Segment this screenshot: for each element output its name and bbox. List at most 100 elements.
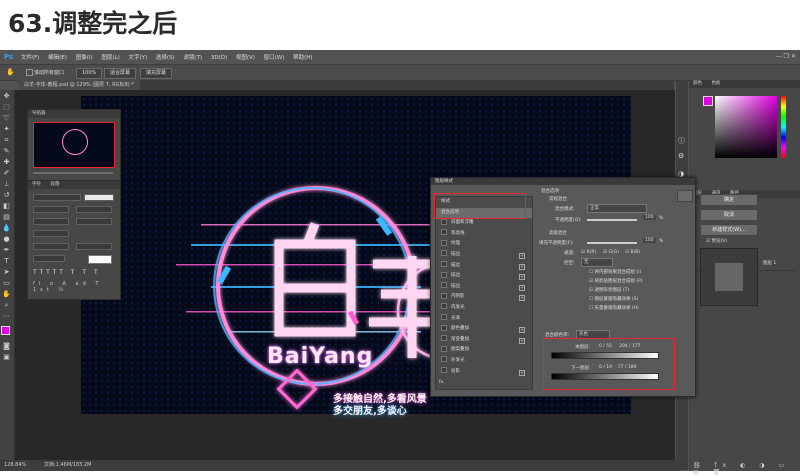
style-checkbox[interactable] xyxy=(441,345,447,352)
style-checkbox[interactable] xyxy=(441,303,447,310)
add-style-icon[interactable]: + xyxy=(519,263,525,270)
properties-icon[interactable]: ⚙ xyxy=(678,152,684,160)
add-style-icon[interactable]: + xyxy=(519,252,525,259)
scale-field[interactable] xyxy=(33,230,69,237)
add-style-icon[interactable]: + xyxy=(519,295,525,302)
style-checkbox[interactable] xyxy=(441,218,447,225)
hand-icon[interactable]: ✋ xyxy=(2,290,11,299)
tracking-field[interactable] xyxy=(76,218,112,225)
cancel-button[interactable]: 取消 xyxy=(700,209,758,221)
blend-option[interactable]: ☑ 透明形状图层 (T) xyxy=(589,287,643,296)
tab-character[interactable]: 字符 xyxy=(32,182,41,187)
vertical-scale-field[interactable] xyxy=(33,243,69,250)
more-tools-icon[interactable]: ⋯ xyxy=(2,312,11,321)
style-list-item[interactable]: 内发光 xyxy=(436,303,532,314)
style-checkbox[interactable] xyxy=(441,282,447,289)
baseline-shift-field[interactable] xyxy=(33,255,65,262)
font-style-field[interactable] xyxy=(84,194,114,201)
menu-edit[interactable]: 编辑(E) xyxy=(48,55,67,61)
menu-image[interactable]: 图像(I) xyxy=(76,55,93,61)
style-checkbox[interactable] xyxy=(441,250,447,257)
style-checkbox[interactable] xyxy=(441,292,447,299)
opacity-slider[interactable] xyxy=(587,219,637,221)
channel-r[interactable]: ☑ R(R) xyxy=(581,250,596,255)
style-checkbox[interactable] xyxy=(441,239,447,246)
stamp-tool-icon[interactable]: ⊥ xyxy=(2,180,11,189)
menu-window[interactable]: 窗口(W) xyxy=(264,55,285,61)
font-family-field[interactable] xyxy=(33,194,81,201)
dodge-tool-icon[interactable]: ● xyxy=(2,235,11,244)
menu-help[interactable]: 帮助(H) xyxy=(293,55,312,61)
magic-wand-icon[interactable]: ✦ xyxy=(2,125,11,134)
blend-mode-select[interactable]: 正常 xyxy=(587,204,647,213)
fill-screen-button[interactable]: 填充屏幕 xyxy=(140,68,173,79)
style-list-item[interactable]: 投影 + xyxy=(436,367,532,378)
eyedropper-icon[interactable]: ✎ xyxy=(2,147,11,156)
preview-checkbox[interactable]: ☑ 预览(V) xyxy=(706,238,727,244)
add-style-icon[interactable]: + xyxy=(519,274,525,281)
kerning-field[interactable] xyxy=(33,218,69,225)
scroll-all-checkbox[interactable] xyxy=(26,69,33,76)
style-list-item[interactable]: 纹理 xyxy=(436,239,532,250)
blend-option[interactable]: ☐ 矢量蒙版隐藏效果 (H) xyxy=(589,305,643,314)
menu-file[interactable]: 文件(F) xyxy=(21,55,39,61)
add-style-icon[interactable]: + xyxy=(519,369,525,376)
new-style-button[interactable]: 新建样式(W)... xyxy=(700,224,758,236)
font-size-field[interactable] xyxy=(33,206,69,213)
tab-paragraph[interactable]: 段落 xyxy=(50,182,59,187)
layer-panel-footer-icons[interactable]: ⛓ fx ◐ ◑ ▭ ▤ 🗑 xyxy=(693,462,800,476)
style-list-item[interactable]: 等高线 xyxy=(436,229,532,240)
menu-3d[interactable]: 3D(D) xyxy=(211,55,227,61)
window-controls[interactable]: — ❐ ✕ xyxy=(776,50,796,64)
menu-type[interactable]: 文字(Y) xyxy=(128,55,147,61)
style-checkbox[interactable] xyxy=(441,324,447,331)
navigator-preview[interactable] xyxy=(33,122,115,168)
add-style-icon[interactable]: + xyxy=(519,327,525,334)
hue-slider[interactable] xyxy=(781,96,786,158)
move-tool-icon[interactable]: ✥ xyxy=(2,92,11,101)
tab-color[interactable]: 颜色 xyxy=(693,81,702,86)
style-checkbox[interactable] xyxy=(441,335,447,342)
text-style-buttons[interactable]: TTTTT T T T xyxy=(33,269,101,276)
text-color-swatch[interactable] xyxy=(88,255,112,264)
style-checkbox[interactable] xyxy=(441,261,447,268)
brush-tool-icon[interactable]: ✐ xyxy=(2,169,11,178)
fill-opacity-value[interactable]: 100 xyxy=(643,238,656,243)
style-checkbox[interactable] xyxy=(441,356,447,363)
knockout-select[interactable]: 无 xyxy=(581,258,613,267)
style-checkbox[interactable] xyxy=(441,271,447,278)
info-icon[interactable]: ⓘ xyxy=(678,136,685,146)
style-list-item[interactable]: 内阴影 + xyxy=(436,292,532,303)
gradient-tool-icon[interactable]: ▤ xyxy=(2,213,11,222)
crop-tool-icon[interactable]: ⌗ xyxy=(2,136,11,145)
style-list-item[interactable]: 描边 + xyxy=(436,261,532,272)
path-select-icon[interactable]: ➤ xyxy=(2,268,11,277)
style-list-item[interactable]: 斜面和浮雕 xyxy=(436,218,532,229)
eraser-tool-icon[interactable]: ◧ xyxy=(2,202,11,211)
zoom-tool-icon[interactable]: ⌕ xyxy=(2,301,11,310)
navigator-zoom-slider[interactable] xyxy=(33,172,113,174)
opacity-value[interactable]: 100 xyxy=(643,215,656,220)
blend-option[interactable]: ☐ 将内部效果混合成组 (I) xyxy=(589,269,643,278)
fit-screen-button[interactable]: 适合屏幕 xyxy=(104,68,137,79)
layer-name[interactable]: 图层 1 xyxy=(763,260,776,266)
shape-tool-icon[interactable]: ▭ xyxy=(2,279,11,288)
hand-tool-icon[interactable]: ✋ xyxy=(6,68,15,76)
menu-view[interactable]: 视图(V) xyxy=(236,55,255,61)
style-list-item[interactable]: 图案叠加 xyxy=(436,345,532,356)
menu-filter[interactable]: 滤镜(T) xyxy=(183,55,202,61)
horizontal-scale-field[interactable] xyxy=(76,243,112,250)
add-style-icon[interactable]: + xyxy=(519,337,525,344)
style-list-item[interactable]: 光泽 xyxy=(436,314,532,325)
foreground-color-swatch[interactable] xyxy=(1,326,10,335)
fx-menu[interactable]: fx. xyxy=(439,380,445,385)
healing-brush-icon[interactable]: ✚ xyxy=(2,158,11,167)
style-checkbox[interactable] xyxy=(441,314,447,321)
zoom-100-button[interactable]: 100% xyxy=(76,68,103,79)
zoom-level[interactable]: 128.84% xyxy=(4,460,26,471)
blur-tool-icon[interactable]: 💧 xyxy=(2,224,11,233)
blend-option[interactable]: ☐ 图层蒙版隐藏效果 (S) xyxy=(589,296,643,305)
style-list-item[interactable]: 描边 + xyxy=(436,250,532,261)
channel-g[interactable]: ☑ G(G) xyxy=(603,250,619,255)
blend-option[interactable]: ☑ 将剪贴图层混合成组 (P) xyxy=(589,278,643,287)
